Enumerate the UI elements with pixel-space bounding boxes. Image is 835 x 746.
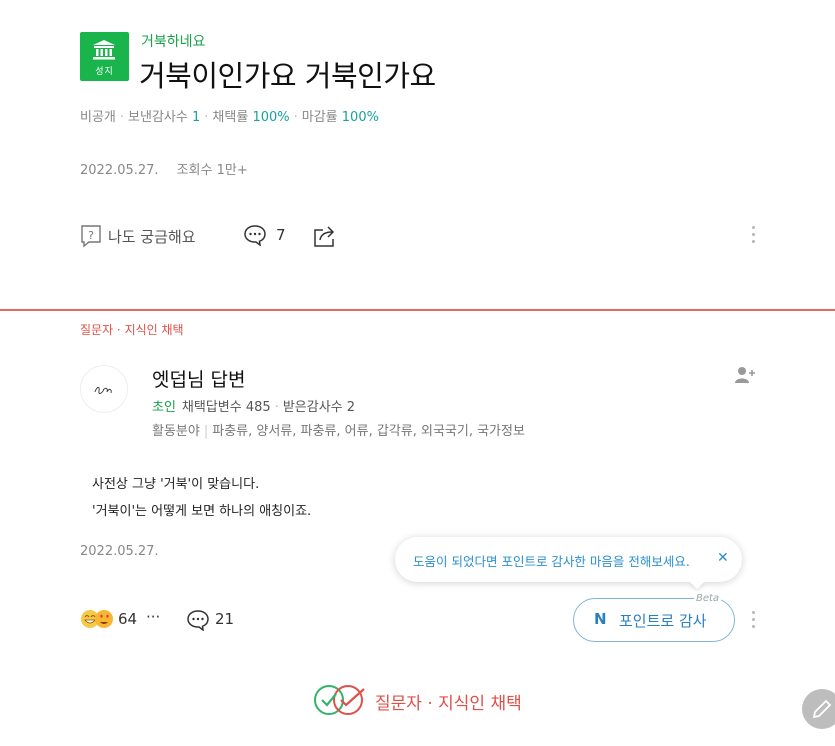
svg-text:?: ?: [88, 229, 94, 242]
kebab-icon: [752, 226, 755, 247]
avatar[interactable]: [80, 365, 128, 413]
add-friend-button[interactable]: [735, 366, 757, 388]
answer-comment-count: 21: [215, 610, 235, 628]
adopted-answers-label: 채택답변수: [181, 400, 242, 415]
reaction-count: 64: [118, 610, 138, 628]
selected-mark-label: 질문자 · 지식인 채택: [375, 694, 522, 714]
share-icon: [314, 226, 335, 247]
thanks-sent-label: 보낸감사수: [128, 110, 188, 125]
write-button[interactable]: [802, 689, 835, 729]
answer-date: 2022.05.27.: [80, 544, 159, 559]
fields-label: 활동분야: [152, 424, 200, 439]
tooltip-text: 도움이 되었다면 포인트로 감사한 마음을 전해보세요.: [413, 554, 690, 569]
emoji-icon: [81, 610, 113, 628]
category-link[interactable]: 거북하네요: [141, 31, 205, 51]
answer-comments-button[interactable]: [186, 609, 210, 635]
temple-icon: [93, 40, 115, 60]
close-rate-value: 100%: [341, 110, 379, 125]
adopt-rate-value: 100%: [252, 110, 290, 125]
close-rate-label: 마감률: [301, 110, 338, 125]
kebab-icon: [752, 611, 756, 628]
comment-icon: [244, 225, 266, 246]
point-thanks-button[interactable]: Beta N 포인트로 감사: [573, 593, 735, 642]
received-thanks-value: 2: [346, 400, 356, 415]
signature-avatar-icon: [94, 386, 112, 394]
beta-label: Beta: [694, 593, 722, 604]
question-title: 거북이인가요 거북인가요: [139, 59, 436, 93]
selection-label: 질문자 · 지식인 채택: [80, 323, 184, 337]
fields-list: 파충류, 양서류, 파충류, 어류, 갑각류, 외국국기, 국가정보: [212, 424, 525, 439]
question-meta: 비공개 · 보낸감사수 1 · 채택률 100% · 마감률 100%: [80, 110, 379, 125]
received-thanks-label: 받은감사수: [282, 400, 343, 415]
answer-more-button[interactable]: [752, 611, 756, 632]
add-friend-icon: [735, 367, 755, 383]
share-button[interactable]: [312, 224, 338, 248]
holy-site-badge: 성지: [80, 32, 129, 81]
section-divider: [0, 309, 835, 311]
answerer-stats: 초인 채택답변수 485 · 받은감사수 2: [152, 400, 356, 415]
double-check-icon: [314, 685, 365, 715]
answerer-name[interactable]: 엣덥님 답변: [152, 365, 245, 392]
comment-icon: [187, 610, 209, 632]
emoji-reaction-button[interactable]: [80, 609, 116, 633]
question-more-button[interactable]: [752, 226, 756, 247]
question-icon: ?: [81, 225, 101, 248]
visibility-text: 비공개: [80, 110, 116, 125]
question-comment-count: 7: [276, 226, 286, 244]
thanks-sent-value: 1: [191, 110, 201, 125]
tooltip-tail: [689, 574, 705, 590]
answerer-grade[interactable]: 초인: [152, 400, 176, 415]
more-reactions-button[interactable]: ···: [146, 608, 160, 626]
badge-label: 성지: [95, 67, 114, 77]
curious-button[interactable]: ? 나도 궁금해요: [80, 224, 196, 248]
answerer-fields: 활동분야 | 파충류, 양서류, 파충류, 어류, 갑각류, 외국국기, 국가정보: [152, 424, 525, 439]
view-count: 조회수 1만+: [176, 163, 248, 178]
pencil-icon: [812, 699, 832, 719]
question-comments-button[interactable]: 7: [243, 224, 286, 246]
point-tooltip: 도움이 되었다면 포인트로 감사한 마음을 전해보세요. ✕: [395, 537, 742, 590]
naver-point-icon: N: [594, 610, 607, 628]
answer-body-line: 사전상 그냥 '거북'이 맞습니다.: [92, 477, 260, 492]
point-button-label: 포인트로 감사: [619, 612, 707, 630]
adopted-answers-value: 485: [245, 400, 271, 415]
answer-body-line: '거북이'는 어떻게 보면 하나의 애칭이죠.: [92, 504, 312, 519]
close-icon[interactable]: ✕: [717, 550, 729, 566]
curious-label: 나도 궁금해요: [108, 227, 196, 246]
adopt-rate-label: 채택률: [212, 110, 249, 125]
question-date-row: 2022.05.27. 조회수 1만+: [80, 159, 248, 178]
question-date: 2022.05.27.: [80, 163, 159, 178]
